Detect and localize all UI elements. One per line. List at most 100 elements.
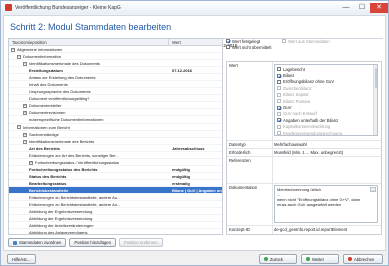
arrow-left-icon (264, 257, 268, 261)
option-label: Kapitalkontenentwicklung (283, 124, 331, 130)
remove-position-button[interactable]: Position entfernen (118, 238, 163, 247)
tree-row[interactable]: + Dokumentrevisionen (9, 109, 222, 117)
tree-row-text: nutzerspezifische Dokumentinformationen (29, 117, 104, 123)
tree-row[interactable]: Ursprungssprache des Dokuments (9, 88, 222, 96)
page-title: Schritt 2: Modul Stammdaten bearbeiten (10, 22, 172, 32)
checkbox-label: Wert aus Stammdaten (288, 38, 330, 44)
tree-row[interactable]: Status des Berichts endgültig (9, 173, 222, 180)
expand-icon[interactable]: + (23, 132, 27, 137)
tree-row[interactable]: Berichtsbestandteile Bilanz | GuV | Angab… (9, 186, 222, 194)
tree-row[interactable]: Inhalt des Dokuments (9, 81, 222, 89)
maximize-button[interactable]: ☐ (354, 3, 370, 13)
collapse-icon[interactable]: − (11, 47, 15, 52)
tree-row[interactable]: Dokument veröffentlichungsfähig? (9, 95, 222, 103)
tree-row[interactable]: + Dokumentersteller (9, 102, 222, 110)
minimize-button[interactable]: — (338, 3, 354, 13)
tree-row-label: + Fortschreibungsstatus / Veröffentlichun… (9, 159, 169, 165)
tree-row[interactable]: − Informationen zum Bericht (9, 124, 222, 131)
tree-row-value (169, 74, 222, 80)
tree-row-text: Erstellungsdatum (29, 68, 63, 74)
tree-row-label: Erläuterungen zu Berichtsbestandteile, a… (9, 201, 169, 207)
tree-row-value: erstmalig (172, 180, 190, 186)
tree-row[interactable]: Fortschreibungsstatus des Berichts endgül… (9, 166, 222, 173)
collapse-icon[interactable]: − (17, 54, 21, 59)
more-button[interactable]: ... (370, 187, 376, 192)
collapse-icon[interactable]: − (23, 62, 27, 67)
collapse-icon[interactable]: − (23, 139, 27, 144)
tree-row-value (169, 208, 222, 214)
checkbox-icon (277, 79, 281, 84)
tree-row-label: nutzerspezifische Dokumentinformationen (9, 116, 169, 122)
tree-row[interactable]: Abbildung der Ergebnisverwendung (9, 215, 222, 223)
tree-row[interactable]: − Allgemeine Informationen (9, 46, 222, 54)
taxonomy-tree[interactable]: Taxonomieposition Wert − Allgemeine Infor… (8, 38, 223, 235)
tree-row-label: Berichtsbestandteile (9, 187, 169, 193)
tree-row[interactable]: Bearbeitungsstatus erstmalig (9, 180, 222, 187)
cancel-button[interactable]: Abbrechen (343, 254, 383, 264)
tree-row-text: Abbildung der Anteilsveränderungen (29, 223, 94, 229)
tree-row-text: Dokumentinformation (23, 54, 62, 60)
tree-row-label: + Sachverständige (9, 131, 169, 137)
tree-row-text: Identifikationsmerkmale des Berichts (29, 138, 95, 144)
tree-row-text: Abbildung der Ergebnisverwendung (29, 216, 93, 222)
tree-row-value: Jahresabschluss (172, 145, 205, 151)
tree-row-label: Dokument veröffentlichungsfähig? (9, 95, 169, 101)
checkbox-value-not-transmitted[interactable]: Wert nicht übermittelt (226, 44, 382, 50)
expand-icon[interactable]: + (29, 160, 33, 165)
tree-row-text: Bearbeitungsstatus (29, 180, 67, 186)
column-header-position[interactable]: Taxonomieposition (9, 39, 169, 45)
tree-row[interactable]: + Fortschreibungsstatus / Veröffentlichun… (9, 159, 222, 166)
help-button[interactable]: Hilfe/etc... (7, 254, 36, 264)
tree-row-label: Status des Berichts (9, 173, 169, 179)
tree-row-text: Ursprungssprache des Dokuments (29, 89, 91, 95)
back-button-label: Zurück (270, 256, 283, 262)
tree-row[interactable]: Erläuterungen zur Art des Berichts, sons… (9, 152, 222, 159)
tree-row[interactable]: Erläuterungen zu Berichtsbestandteile, a… (9, 201, 222, 209)
tree-button-bar: Stammdaten zuordnen Position hinzufügen … (8, 238, 163, 247)
tree-row[interactable]: nutzerspezifische Dokumentinformationen (9, 116, 222, 124)
expand-icon[interactable]: + (23, 104, 27, 109)
tree-row-label: − Identifikationsmerkmale des Dokuments (9, 60, 169, 66)
help-button-label: Hilfe/etc... (12, 256, 31, 262)
collapse-icon[interactable]: − (17, 125, 21, 130)
tree-row[interactable]: − Identifikationsmerkmale des Dokuments (9, 60, 222, 68)
tree-row-value (169, 131, 222, 137)
list-scrollbar[interactable] (373, 65, 377, 135)
tree-rows: − Allgemeine Informationen − Dokumentinform… (9, 46, 222, 234)
tree-row[interactable]: − Identifikationsmerkmale des Berichts (9, 138, 222, 145)
report-components-list[interactable]: Lagebericht Bilanz Eröffnungsbilanz ohne G… (274, 64, 378, 136)
tree-row[interactable]: Erläuterungen zu Berichtsbestandteile, a… (9, 194, 222, 202)
close-button[interactable]: ✕ (370, 2, 388, 13)
tree-row-text: Erläuterungen zu Berichtsbestandteile, a… (29, 202, 121, 208)
tree-row[interactable]: Abbildung der Ergebnisverwendung (9, 208, 222, 216)
checkbox-value-fixed[interactable]: Wert festgelegt (226, 38, 260, 44)
tree-row[interactable]: Abbildung der Anteilsveränderungen (9, 222, 222, 230)
back-button[interactable]: Zurück (259, 254, 297, 264)
property-row-references: Referenzen (227, 157, 381, 184)
tree-row-label: Art des Berichts (9, 145, 169, 151)
tree-row-value (169, 116, 222, 122)
next-button[interactable]: Weiter (301, 254, 339, 264)
expand-icon[interactable]: + (23, 111, 27, 116)
tree-row-text: Dokument veröffentlichungsfähig? (29, 96, 90, 102)
tree-row[interactable]: − Dokumentinformation (9, 53, 222, 61)
column-header-value[interactable]: Wert (169, 39, 222, 45)
tree-row-label: Erstellungsdatum (9, 67, 169, 73)
tree-row[interactable]: Abbildung des Anlagevermögens (9, 229, 222, 234)
tree-row[interactable]: Art des Berichts Jahresabschluss (9, 145, 222, 152)
scrollbar-thumb[interactable] (374, 68, 377, 88)
checkbox-value-from-master-data[interactable]: Wert aus Stammdaten (282, 38, 330, 44)
add-position-button[interactable]: Position hinzufügen (69, 238, 116, 247)
tree-row[interactable]: Erstellungsdatum 07.12.2016 (9, 67, 222, 75)
cancel-button-label: Abbrechen (354, 256, 375, 262)
tree-row-label: Erläuterungen zur Art des Berichts, sons… (9, 152, 169, 158)
footer-bar: Hilfe/etc... Zurück Weiter Abbrechen (3, 252, 386, 265)
property-row-value: Wert Lagebericht Bilanz Eröffnungsbilanz o… (227, 62, 381, 141)
tree-row-text: Allgemeine Informationen (17, 47, 63, 52)
tree-row-text: Informationen zum Bericht (23, 124, 70, 130)
tree-row[interactable]: + Sachverständige (9, 131, 222, 138)
assign-master-data-button[interactable]: Stammdaten zuordnen (8, 238, 67, 247)
tree-row-label: Abbildung des Anlagevermögens (9, 229, 169, 234)
tree-row[interactable]: Anlass zur Erstellung des Dokuments (9, 74, 222, 82)
report-component-option[interactable]: Ergebnisverwendungsrechnung (277, 130, 375, 135)
